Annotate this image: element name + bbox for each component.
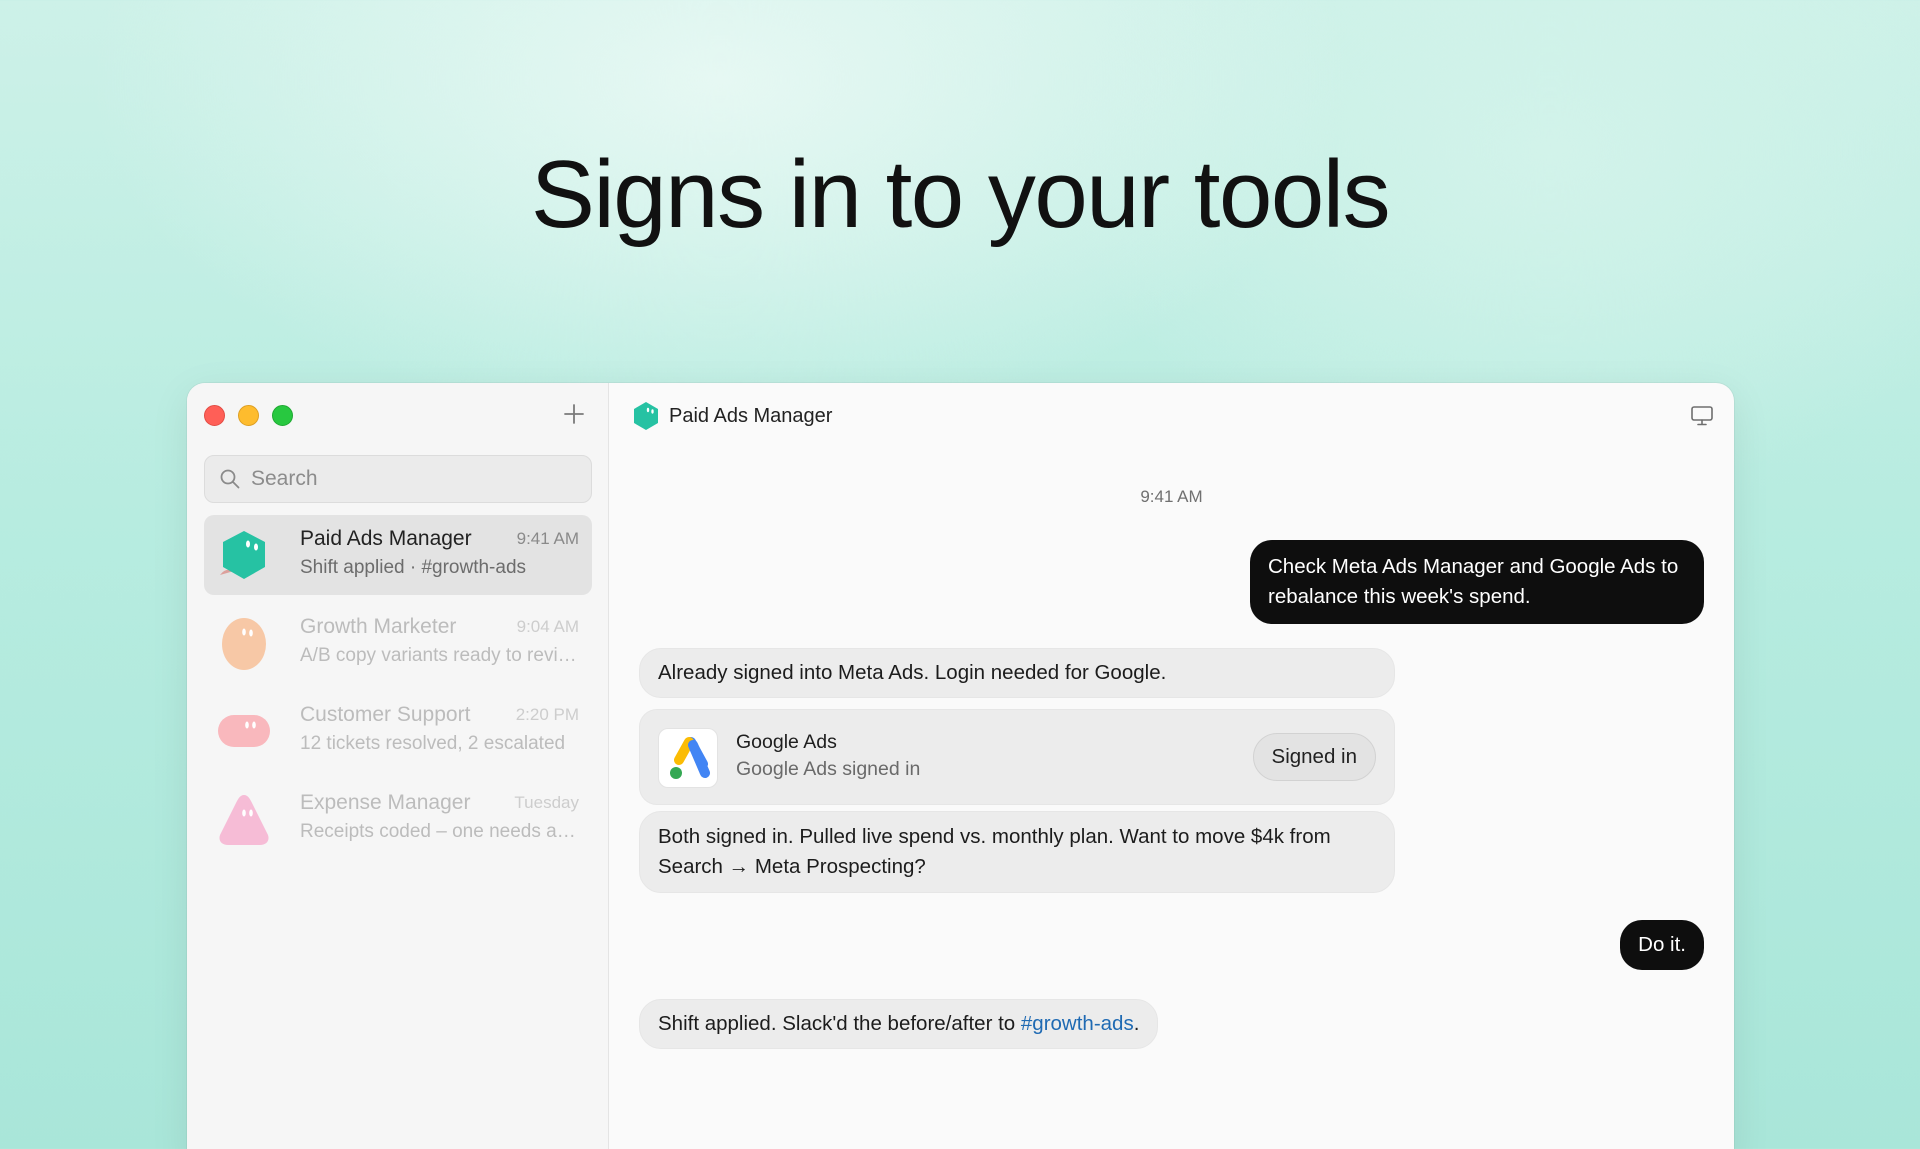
- monitor-icon: [1691, 406, 1713, 426]
- new-chat-button[interactable]: [559, 399, 589, 429]
- conversation-expense-manager[interactable]: Expense Manager Tuesday Receipts coded –…: [204, 779, 592, 859]
- close-window-button[interactable]: [204, 405, 225, 426]
- minimize-window-button[interactable]: [238, 405, 259, 426]
- search-icon: [220, 469, 240, 489]
- conversation-paid-ads-manager[interactable]: Paid Ads Manager 9:41 AM Shift applied ·…: [204, 515, 592, 595]
- screen-share-button[interactable]: [1690, 405, 1714, 427]
- card-subtitle: Google Ads signed in: [736, 758, 921, 780]
- conversation-preview: A/B copy variants ready to review: [300, 645, 580, 666]
- conversation-name: Paid Ads Manager: [300, 527, 472, 550]
- signed-in-button[interactable]: Signed in: [1252, 733, 1376, 781]
- window-controls: [204, 405, 293, 426]
- conversation-growth-marketer[interactable]: Growth Marketer 9:04 AM A/B copy variant…: [204, 603, 592, 683]
- user-message-bubble: Check Meta Ads Manager and Google Ads to…: [1250, 540, 1704, 624]
- agent-message-bubble: Already signed into Meta Ads. Login need…: [639, 648, 1395, 698]
- expense-manager-avatar: [219, 795, 269, 845]
- conversation-preview: 12 tickets resolved, 2 escalated: [300, 733, 566, 754]
- growth-ads-channel-link[interactable]: #growth-ads: [1021, 1012, 1134, 1035]
- search-field[interactable]: [204, 455, 592, 503]
- chat-title: Paid Ads Manager: [669, 404, 833, 427]
- agent-avatar-icon: [634, 402, 658, 430]
- zoom-window-button[interactable]: [272, 405, 293, 426]
- user-message-bubble: Do it.: [1620, 920, 1704, 970]
- agent-message-bubble: Both signed in. Pulled live spend vs. mo…: [639, 811, 1395, 893]
- conversation-name: Customer Support: [300, 703, 471, 726]
- chat-pane: Paid Ads Manager 9:41 AM Check Meta Ads …: [609, 383, 1734, 1149]
- conversation-customer-support[interactable]: Customer Support 2:20 PM 12 tickets reso…: [204, 691, 592, 771]
- chat-header: Paid Ads Manager: [631, 401, 832, 431]
- plus-icon: [564, 404, 584, 424]
- growth-marketer-avatar: [222, 618, 266, 670]
- paid-ads-manager-avatar: [220, 531, 265, 579]
- conversation-preview: Shift applied · #growth-ads: [300, 557, 527, 578]
- conversation-time: 2:20 PM: [515, 705, 579, 724]
- customer-support-avatar: [218, 715, 270, 747]
- conversation-time: Tuesday: [514, 793, 579, 812]
- conversation-time: 9:41 AM: [516, 529, 579, 548]
- google-ads-logo: [658, 728, 718, 788]
- conversation-time: 9:04 AM: [516, 617, 579, 636]
- search-input[interactable]: [251, 467, 571, 491]
- sidebar: Paid Ads Manager 9:41 AM Shift applied ·…: [187, 383, 609, 1149]
- card-title: Google Ads: [736, 731, 837, 753]
- google-ads-login-card: Google Ads Google Ads signed in Signed i…: [639, 709, 1395, 805]
- conversation-name: Growth Marketer: [300, 615, 457, 638]
- chat-timestamp: 9:41 AM: [1140, 487, 1203, 506]
- conversation-preview: Receipts coded – one needs attention: [300, 821, 580, 842]
- message-text: Shift applied. Slack'd the before/after …: [658, 1012, 1021, 1035]
- page-headline: Signs in to your tools: [530, 141, 1391, 248]
- conversation-name: Expense Manager: [300, 791, 471, 814]
- message-text: .: [1133, 1012, 1140, 1035]
- agent-message-bubble: Shift applied. Slack'd the before/after …: [639, 999, 1159, 1049]
- app-window: Paid Ads Manager 9:41 AM Shift applied ·…: [187, 383, 1734, 1149]
